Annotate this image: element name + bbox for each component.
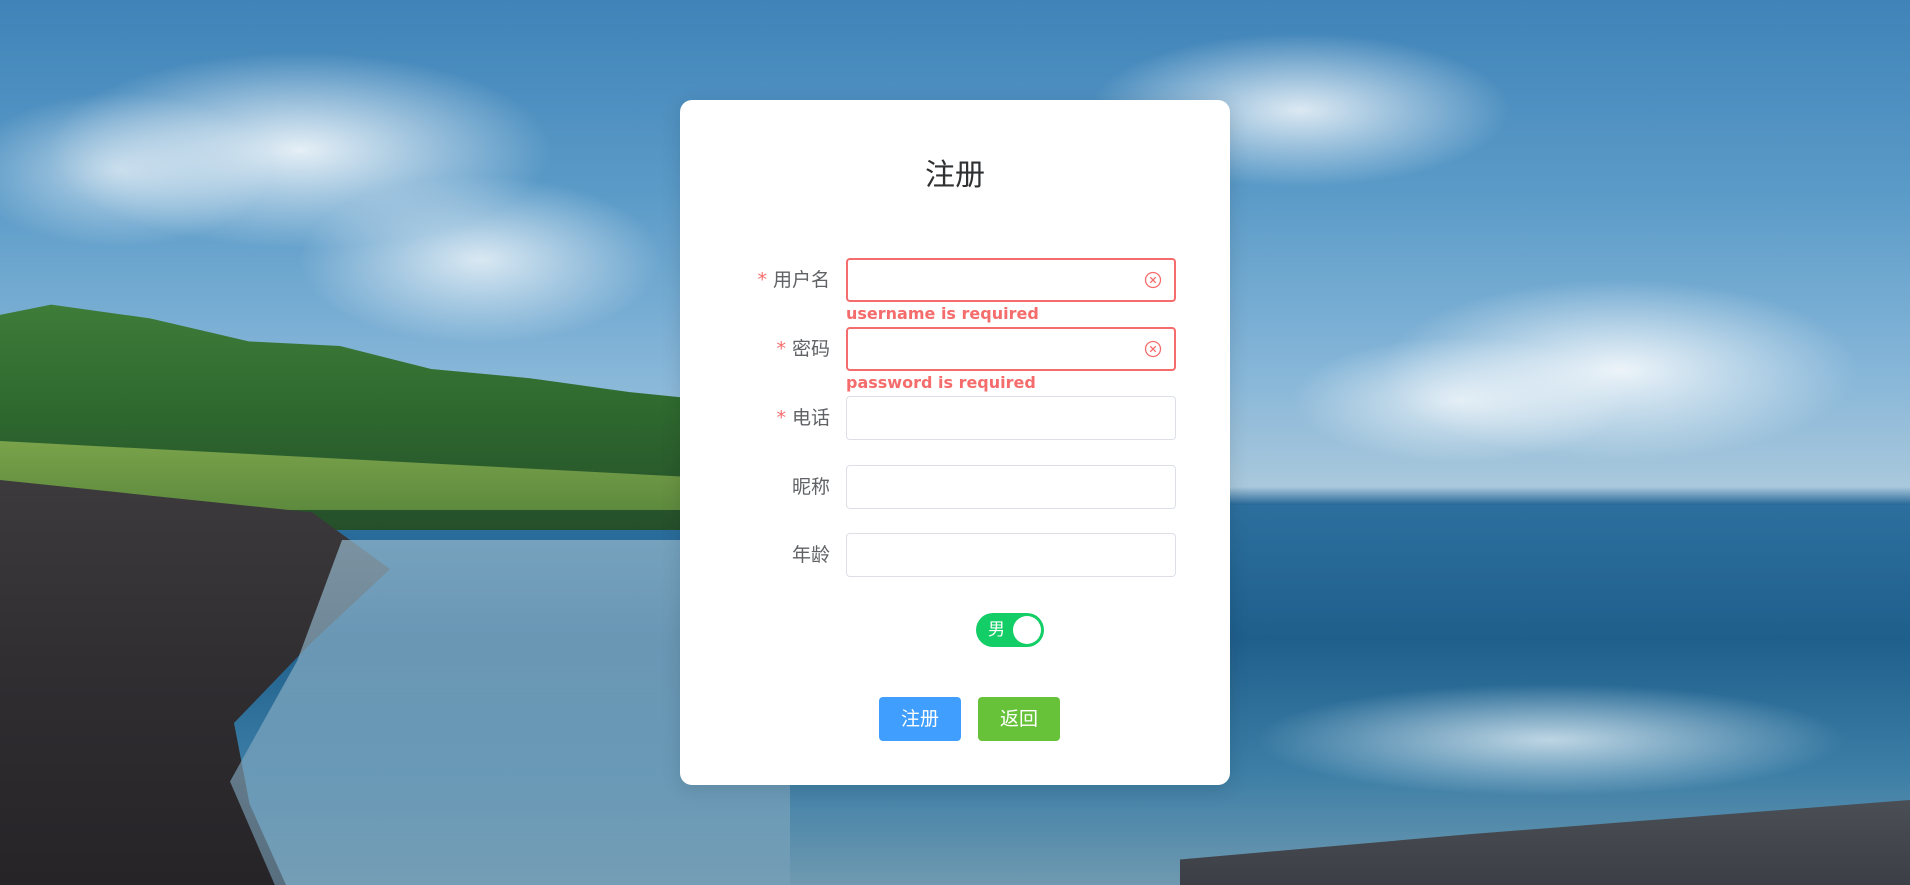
register-card: 注册 * 用户名 username is required * 密码 passw… [680,100,1230,785]
username-input[interactable] [860,260,1130,300]
password-input[interactable] [860,329,1130,369]
nickname-row: 昵称 [680,465,1230,509]
gender-switch-text: 男 [988,620,1005,640]
required-mark: * [757,269,767,291]
age-label: 年龄 [791,544,830,566]
background-scene: 注册 * 用户名 username is required * 密码 passw… [0,0,1910,885]
nickname-label: 昵称 [791,476,830,498]
username-label-text: 用户名 [772,269,830,291]
phone-input[interactable] [859,397,1129,439]
phone-field[interactable] [846,396,1176,440]
password-field[interactable] [846,327,1176,371]
phone-label-text: 电话 [791,407,830,429]
password-label: * 密码 [776,327,830,371]
back-button[interactable]: 返回 [978,697,1060,741]
password-row: * 密码 password is required [680,327,1230,392]
surf [1200,660,1910,830]
required-mark: * [776,338,786,360]
username-field[interactable] [846,258,1176,302]
username-row: * 用户名 username is required [680,258,1230,323]
username-label: * 用户名 [757,258,830,302]
username-error: username is required [846,304,1039,323]
page-title: 注册 [925,158,985,193]
password-error: password is required [846,373,1036,392]
gender-switch[interactable]: 男 [976,613,1044,647]
phone-row: * 电话 [680,396,1230,440]
circle-close-icon[interactable] [1144,271,1162,289]
required-mark: * [776,407,786,429]
switch-knob [1013,616,1041,644]
age-row: 年龄 [680,533,1230,577]
age-input[interactable] [859,534,1129,576]
register-button[interactable]: 注册 [879,697,961,741]
password-label-text: 密码 [791,338,830,360]
nickname-field[interactable] [846,465,1176,509]
nickname-input[interactable] [859,466,1129,508]
age-field[interactable] [846,533,1176,577]
circle-close-icon[interactable] [1144,340,1162,358]
phone-label: * 电话 [776,396,830,440]
